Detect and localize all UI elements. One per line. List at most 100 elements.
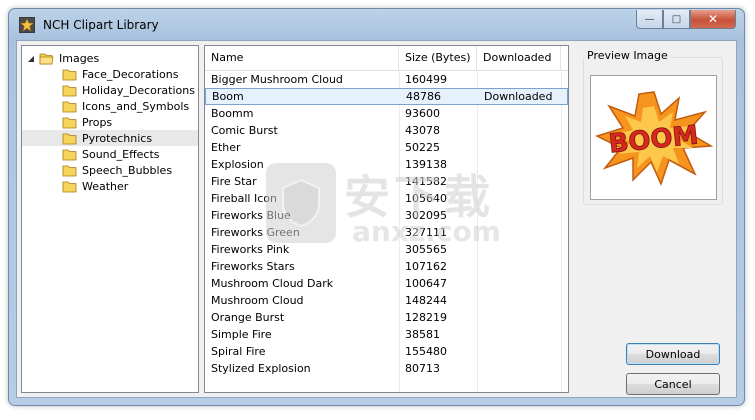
cell-name: Ether — [211, 141, 241, 154]
table-row[interactable]: Stylized Explosion 80713 — [205, 360, 568, 377]
folder-icon — [62, 101, 77, 112]
minimize-icon: — — [644, 13, 655, 25]
cell-name: Fireworks Blue — [211, 209, 291, 222]
cell-size: 302095 — [405, 209, 447, 222]
table-row[interactable]: Spiral Fire 155480 — [205, 343, 568, 360]
table-row[interactable]: Fireball Icon 105640 — [205, 190, 568, 207]
folder-icon — [62, 165, 77, 176]
minimize-button[interactable]: — — [636, 10, 663, 29]
cell-name: Orange Burst — [211, 311, 285, 324]
cell-name: Mushroom Cloud Dark — [211, 277, 334, 290]
table-row[interactable]: Fireworks Blue 302095 — [205, 207, 568, 224]
cell-downloaded: Downloaded — [484, 90, 553, 103]
cell-size: 128219 — [405, 311, 447, 324]
tree-item-label: Speech_Bubbles — [82, 163, 173, 177]
tree-item-label: Weather — [82, 179, 129, 193]
preview-image: BOOM — [590, 75, 717, 200]
table-row[interactable]: Fire Star 141582 — [205, 173, 568, 190]
cell-name: Mushroom Cloud — [211, 294, 304, 307]
tree-item-props[interactable]: Props — [62, 114, 112, 130]
folder-icon — [62, 181, 77, 192]
close-button[interactable]: ✕ — [690, 10, 736, 29]
title-bar[interactable]: NCH Clipart Library — □ ✕ — [9, 9, 744, 41]
cell-size: 105640 — [405, 192, 447, 205]
column-header-size[interactable]: Size (Bytes) — [399, 46, 477, 70]
tree-item-holiday-decorations[interactable]: Holiday_Decorations — [62, 82, 195, 98]
cell-size: 80713 — [405, 362, 440, 375]
tree-item-face-decorations[interactable]: Face_Decorations — [62, 66, 178, 82]
cell-name: Fire Star — [211, 175, 257, 188]
table-row[interactable]: Boom 48786 Downloaded — [205, 88, 568, 105]
table-row[interactable]: Ether 50225 — [205, 139, 568, 156]
cell-size: 139138 — [405, 158, 447, 171]
cell-size: 160499 — [405, 73, 447, 86]
list-body: Bigger Mushroom Cloud 160499 Boom 48786 Down… — [205, 71, 568, 392]
table-row[interactable]: Bigger Mushroom Cloud 160499 — [205, 71, 568, 88]
table-row[interactable]: Explosion 139138 — [205, 156, 568, 173]
tree-item-weather[interactable]: Weather — [62, 178, 128, 194]
tree-item-sound-effects[interactable]: Sound_Effects — [62, 146, 160, 162]
cell-name: Spiral Fire — [211, 345, 266, 358]
folder-open-icon — [39, 53, 54, 64]
tree-item-label: Face_Decorations — [82, 67, 179, 81]
tree-item-label: Holiday_Decorations — [82, 83, 195, 97]
cell-size: 50225 — [405, 141, 440, 154]
tree-item-label: Pyrotechnics — [82, 131, 153, 145]
cancel-button[interactable]: Cancel — [626, 373, 720, 395]
table-row[interactable]: Fireworks Pink 305565 — [205, 241, 568, 258]
tree-item-label: Images — [59, 51, 100, 65]
cell-name: Boom — [212, 90, 244, 103]
cell-name: Explosion — [211, 158, 264, 171]
folder-icon — [62, 85, 77, 96]
cell-name: Stylized Explosion — [211, 362, 311, 375]
main-window: NCH Clipart Library — □ ✕ ◢ Images Face_… — [8, 8, 745, 406]
maximize-icon: □ — [671, 13, 682, 25]
cell-size: 305565 — [405, 243, 447, 256]
table-row[interactable]: Orange Burst 128219 — [205, 309, 568, 326]
cell-size: 43078 — [405, 124, 440, 137]
table-row[interactable]: Boomm 93600 — [205, 105, 568, 122]
folder-icon — [62, 133, 77, 144]
tree-item-label: Sound_Effects — [82, 147, 160, 161]
folder-icon — [62, 69, 77, 80]
cell-name: Boomm — [211, 107, 254, 120]
cell-size: 48786 — [406, 90, 441, 103]
tree-item-label: Props — [82, 115, 113, 129]
cell-size: 141582 — [405, 175, 447, 188]
preview-label: Preview Image — [584, 49, 671, 62]
tree-item-pyrotechnics[interactable]: Pyrotechnics — [22, 130, 198, 146]
tree-item-icons-and-symbols[interactable]: Icons_and_Symbols — [62, 98, 189, 114]
folder-icon — [62, 117, 77, 128]
table-row[interactable]: Fireworks Stars 107162 — [205, 258, 568, 275]
window-title: NCH Clipart Library — [43, 18, 159, 32]
app-icon — [19, 17, 35, 33]
column-header-downloaded[interactable]: Downloaded — [477, 46, 561, 70]
table-row[interactable]: Comic Burst 43078 — [205, 122, 568, 139]
cell-name: Simple Fire — [211, 328, 272, 341]
cell-size: 100647 — [405, 277, 447, 290]
cell-name: Fireball Icon — [211, 192, 277, 205]
cell-name: Comic Burst — [211, 124, 278, 137]
cell-name: Fireworks Green — [211, 226, 300, 239]
folder-icon — [62, 149, 77, 160]
cell-size: 93600 — [405, 107, 440, 120]
table-row[interactable]: Mushroom Cloud 148244 — [205, 292, 568, 309]
cell-name: Fireworks Pink — [211, 243, 290, 256]
collapse-arrow-icon[interactable]: ◢ — [26, 50, 36, 66]
client-area: ◢ Images Face_Decorations Holiday_Decora… — [16, 40, 737, 398]
tree-item-images[interactable]: ◢ Images — [26, 50, 99, 66]
column-header-name[interactable]: Name — [205, 46, 399, 70]
cell-size: 107162 — [405, 260, 447, 273]
table-row[interactable]: Simple Fire 38581 — [205, 326, 568, 343]
table-row[interactable]: Mushroom Cloud Dark 100647 — [205, 275, 568, 292]
tree-item-label: Icons_and_Symbols — [82, 99, 190, 113]
list-header: Name Size (Bytes) Downloaded — [205, 46, 568, 71]
table-row[interactable]: Fireworks Green 327111 — [205, 224, 568, 241]
download-button[interactable]: Download — [626, 343, 720, 365]
tree-item-speech-bubbles[interactable]: Speech_Bubbles — [62, 162, 172, 178]
boom-clipart-image: BOOM — [594, 90, 713, 186]
clipart-list[interactable]: Name Size (Bytes) Downloaded Bigger Mush… — [204, 45, 569, 393]
maximize-button[interactable]: □ — [663, 10, 690, 29]
cell-size: 327111 — [405, 226, 447, 239]
folder-tree[interactable]: ◢ Images Face_Decorations Holiday_Decora… — [21, 45, 199, 393]
